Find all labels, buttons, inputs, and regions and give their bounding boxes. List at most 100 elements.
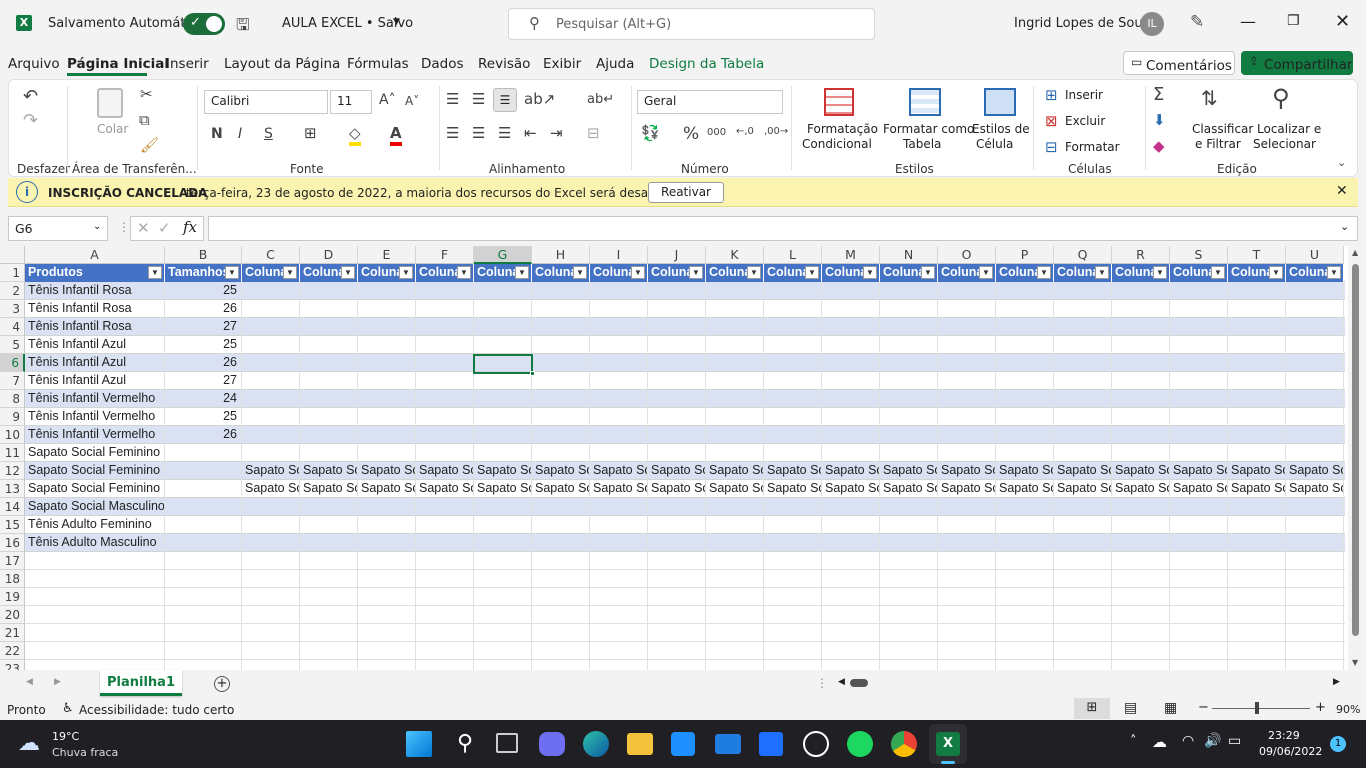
empty-cell[interactable] [706,660,764,670]
row-header-4[interactable]: 4 [0,318,25,336]
cell-produto[interactable]: Tênis Adulto Masculino [25,534,165,552]
comments-button[interactable]: ▭ Comentários [1123,51,1235,75]
table-header-cell[interactable]: Coluna ▼ [1286,264,1344,282]
filter-dropdown-icon[interactable]: ▼ [341,266,355,279]
thousands-icon[interactable]: 000 [707,127,726,138]
empty-cell[interactable] [358,642,416,660]
table-cell[interactable] [242,354,300,372]
empty-cell[interactable] [474,552,532,570]
empty-cell[interactable] [1112,606,1170,624]
table-cell[interactable]: Sapato So [358,462,416,480]
row-header-2[interactable]: 2 [0,282,25,300]
cell-produto[interactable]: Tênis Infantil Vermelho [25,390,165,408]
table-cell[interactable] [474,498,532,516]
table-cell[interactable] [706,300,764,318]
table-cell[interactable]: Sapato So [1286,480,1344,498]
minimize-button[interactable]: — [1240,12,1256,31]
table-cell[interactable] [822,390,880,408]
cell-produto[interactable]: Tênis Infantil Azul [25,354,165,372]
column-header-t[interactable]: T [1228,246,1286,264]
expand-formula-icon[interactable]: ⌄ [1340,220,1349,233]
empty-cell[interactable] [648,588,706,606]
copy-icon[interactable]: ⧉ [139,111,150,129]
empty-cell[interactable] [822,552,880,570]
scroll-left-icon[interactable]: ◀ [838,677,845,687]
table-cell[interactable] [648,408,706,426]
table-cell[interactable]: Sapato So [764,480,822,498]
empty-cell[interactable] [764,606,822,624]
table-cell[interactable] [706,390,764,408]
empty-cell[interactable] [938,552,996,570]
table-cell[interactable] [532,534,590,552]
empty-cell[interactable] [300,642,358,660]
table-cell[interactable] [242,282,300,300]
align-left-icon[interactable]: ☰ [446,124,459,142]
table-cell[interactable] [1170,354,1228,372]
filter-dropdown-icon[interactable]: ▼ [1211,266,1225,279]
table-header-cell[interactable]: Coluna ▼ [938,264,996,282]
undo-icon[interactable]: ↶ [23,86,38,107]
empty-cell[interactable] [590,642,648,660]
empty-cell[interactable] [300,624,358,642]
select-all-corner[interactable] [0,246,25,264]
table-cell[interactable] [416,498,474,516]
table-cell[interactable] [590,282,648,300]
empty-cell[interactable] [1228,570,1286,588]
bold-icon[interactable]: N [211,126,223,142]
wifi-icon[interactable]: ◠ [1182,733,1194,749]
table-cell[interactable] [474,516,532,534]
empty-cell[interactable] [648,660,706,670]
empty-cell[interactable] [706,624,764,642]
empty-cell[interactable] [25,642,165,660]
table-cell[interactable] [416,372,474,390]
decrease-indent-icon[interactable]: ⇤ [524,124,537,142]
prev-sheet-icon[interactable]: ◀ [26,677,33,687]
empty-cell[interactable] [165,552,242,570]
column-header-c[interactable]: C [242,246,300,264]
chevron-down-icon[interactable]: ⌄ [93,221,101,232]
empty-cell[interactable] [416,606,474,624]
table-header-cell[interactable]: Coluna ▼ [532,264,590,282]
align-bottom-icon[interactable]: ☰ [493,88,517,112]
table-cell[interactable] [1286,426,1344,444]
orientation-icon[interactable]: ab↗ [524,90,555,108]
table-cell[interactable] [300,318,358,336]
filter-dropdown-icon[interactable]: ▼ [1037,266,1051,279]
table-cell[interactable] [300,534,358,552]
row-header-1[interactable]: 1 [0,264,25,282]
empty-cell[interactable] [1286,660,1344,670]
empty-cell[interactable] [532,642,590,660]
table-cell[interactable] [938,444,996,462]
cell-styles-label2[interactable]: Célula [976,137,1013,151]
column-header-l[interactable]: L [764,246,822,264]
table-cell[interactable] [300,372,358,390]
column-header-g[interactable]: G [474,246,532,264]
table-cell[interactable] [1228,300,1286,318]
table-cell[interactable] [474,534,532,552]
table-cell[interactable] [938,318,996,336]
empty-cell[interactable] [1286,624,1344,642]
table-cell[interactable] [416,354,474,372]
zoom-in-icon[interactable]: + [1315,700,1326,715]
table-cell[interactable] [1228,354,1286,372]
function-icon[interactable]: fx [183,218,197,236]
table-cell[interactable] [474,336,532,354]
table-cell[interactable] [1170,444,1228,462]
table-cell[interactable] [242,408,300,426]
column-header-i[interactable]: I [590,246,648,264]
table-cell[interactable] [1054,408,1112,426]
empty-cell[interactable] [938,588,996,606]
table-cell[interactable] [764,516,822,534]
increase-indent-icon[interactable]: ⇥ [550,124,563,142]
table-cell[interactable] [474,372,532,390]
table-cell[interactable] [880,390,938,408]
windows-start-icon[interactable] [406,731,432,757]
table-cell[interactable] [648,336,706,354]
clock-time[interactable]: 23:29 [1268,729,1300,742]
empty-cell[interactable] [1054,624,1112,642]
table-cell[interactable] [880,372,938,390]
table-cell[interactable]: Sapato So [300,462,358,480]
table-cell[interactable] [996,372,1054,390]
row-header-23[interactable]: 23 [0,660,25,670]
table-cell[interactable] [416,318,474,336]
